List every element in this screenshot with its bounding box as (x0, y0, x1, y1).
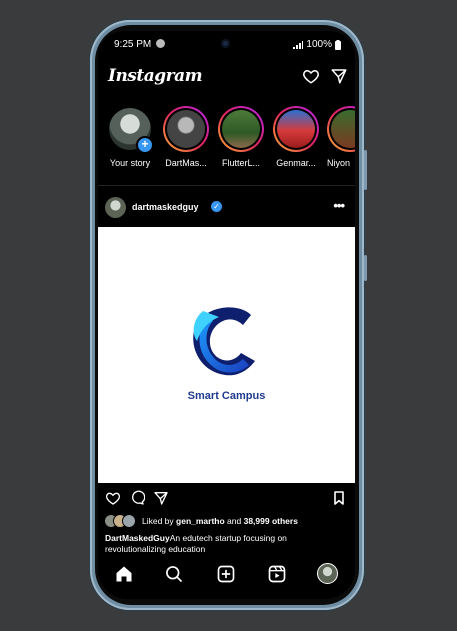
status-right: 100% (293, 39, 341, 50)
liked-by-count[interactable]: 38,999 others (244, 516, 298, 526)
post-username[interactable]: dartmaskedguy (132, 202, 199, 212)
bottom-nav (98, 555, 355, 599)
liker-avatar (122, 514, 136, 528)
spotify-icon (156, 39, 165, 48)
search-icon[interactable] (164, 564, 184, 584)
power-button (364, 255, 367, 281)
battery-percent: 100% (306, 39, 332, 50)
post-avatar[interactable] (105, 197, 126, 218)
post-actions (98, 490, 355, 508)
story-label: DartMas... (165, 158, 207, 168)
send-icon[interactable] (330, 67, 348, 85)
reels-icon[interactable] (267, 564, 287, 584)
bookmark-icon[interactable] (331, 490, 347, 506)
instagram-logo[interactable]: Instagram (108, 66, 203, 86)
heart-icon[interactable] (302, 67, 320, 85)
battery-icon (335, 39, 341, 50)
avatar (277, 110, 315, 148)
status-time: 9:25 PM (114, 39, 152, 50)
volume-button (364, 150, 367, 190)
avatar (167, 110, 205, 148)
verified-badge-icon: ✓ (211, 201, 222, 212)
home-icon[interactable] (114, 564, 134, 584)
share-icon[interactable] (153, 490, 169, 506)
liked-by-mid: and (224, 516, 244, 526)
story-label: Genmar... (276, 158, 316, 168)
story-label: FlutterL... (221, 158, 260, 168)
post-image-title: Smart Campus (187, 390, 266, 402)
post-caption: DartMaskedGuyAn edutech startup focusing… (105, 533, 349, 555)
post-image[interactable]: Smart Campus (98, 227, 355, 483)
liked-by-user[interactable]: gen_martho (176, 516, 225, 526)
post-header: dartmaskedguy ✓ ••• (98, 197, 355, 221)
avatar (331, 110, 355, 148)
stories-tray: + Your story DartMas... FlutterL... Genm… (98, 106, 355, 184)
liked-by-prefix: Liked by (142, 516, 177, 526)
story-niyon[interactable]: Niyon (323, 106, 355, 168)
signal-icon (293, 40, 304, 49)
app-header: Instagram (98, 65, 355, 91)
profile-avatar[interactable] (317, 563, 338, 584)
like-heart-icon[interactable] (105, 490, 121, 506)
add-post-icon[interactable] (216, 564, 236, 584)
caption-username[interactable]: DartMaskedGuy (105, 533, 170, 543)
story-flutterl[interactable]: FlutterL... (213, 106, 269, 168)
avatar (222, 110, 260, 148)
story-genmar[interactable]: Genmar... (268, 106, 324, 168)
front-camera (221, 39, 230, 48)
phone-screen: 9:25 PM 100% Instagram + Your story Dart… (98, 31, 355, 599)
status-bar: 9:25 PM 100% (98, 31, 355, 57)
divider (98, 185, 355, 186)
story-label: Niyon (327, 158, 351, 168)
story-dartmas[interactable]: DartMas... (158, 106, 214, 168)
story-label: Your story (109, 158, 151, 168)
smart-campus-logo-icon (193, 307, 255, 376)
story-your-story[interactable]: + Your story (102, 106, 158, 168)
add-story-icon[interactable]: + (136, 136, 154, 154)
more-options-icon[interactable]: ••• (333, 198, 345, 213)
likes-row: Liked by gen_martho and 38,999 others (104, 513, 349, 529)
comment-icon[interactable] (129, 490, 145, 506)
